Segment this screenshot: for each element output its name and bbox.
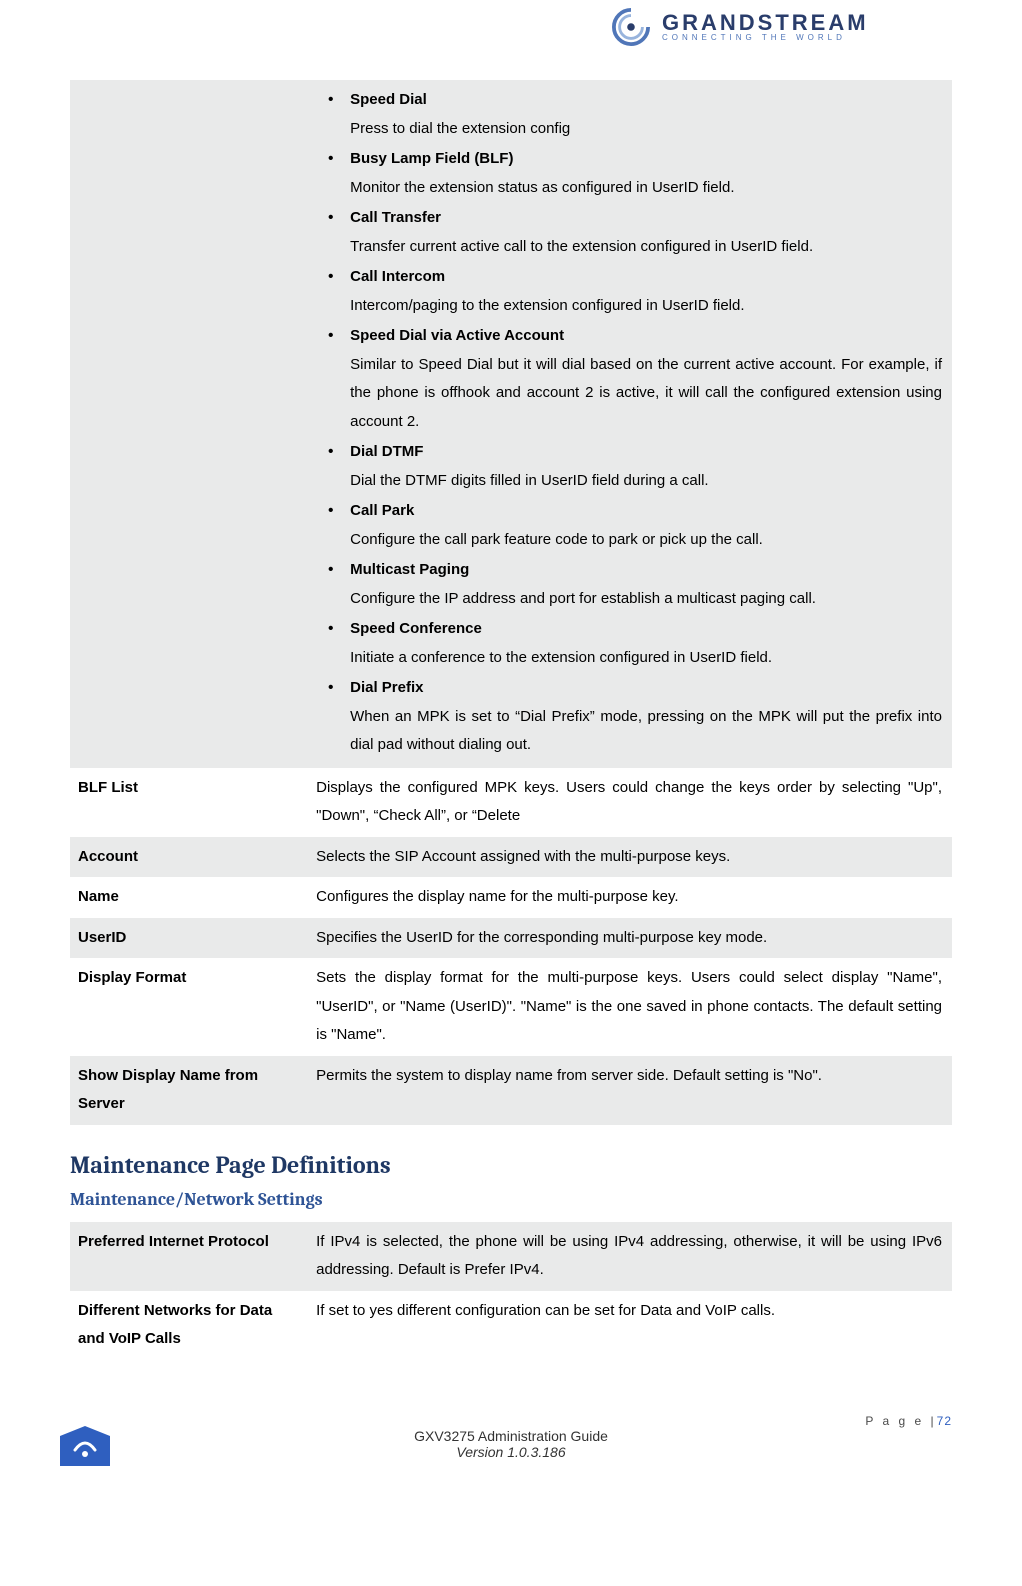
keymode-desc-cell: Speed DialPress to dial the extension co… [308,80,952,768]
list-item: Dial PrefixWhen an MPK is set to “Dial P… [322,674,942,760]
page-label: P a g e | [865,1414,936,1428]
brand-header: GRANDSTREAM CONNECTING THE WORLD [602,0,1022,50]
row-label: Account [70,837,308,878]
row-desc: Displays the configured MPK keys. Users … [308,768,952,837]
list-item: Busy Lamp Field (BLF)Monitor the extensi… [322,145,942,202]
list-item: Multicast PagingConfigure the IP address… [322,556,942,613]
row-desc: If IPv4 is selected, the phone will be u… [308,1222,952,1291]
mpk-feature-table: Speed DialPress to dial the extension co… [70,80,952,1125]
page-num: 72 [937,1414,952,1428]
footer-title: GXV3275 Administration Guide [70,1428,952,1444]
table-row: UserID Specifies the UserID for the corr… [70,918,952,959]
keymode-list: Speed DialPress to dial the extension co… [316,86,942,760]
row-label: Preferred Internet Protocol [70,1222,308,1291]
list-item: Dial DTMFDial the DTMF digits filled in … [322,438,942,495]
table-row: Preferred Internet Protocol If IPv4 is s… [70,1222,952,1291]
brand-name: GRANDSTREAM [662,11,869,34]
table-row-keymode: Speed DialPress to dial the extension co… [70,80,952,768]
row-desc: Configures the display name for the mult… [308,877,952,918]
row-desc: Sets the display format for the multi-pu… [308,958,952,1056]
section-heading-maintenance: Maintenance Page Definitions [70,1151,952,1179]
row-label: UserID [70,918,308,959]
footer-logo-icon [60,1426,110,1466]
list-item: Call ParkConfigure the call park feature… [322,497,942,554]
row-desc: Specifies the UserID for the correspondi… [308,918,952,959]
page-number: P a g e |72 [865,1414,952,1428]
row-desc: Permits the system to display name from … [308,1056,952,1125]
row-label: Name [70,877,308,918]
list-item: Call TransferTransfer current active cal… [322,204,942,261]
row-label: Different Networks for Data and VoIP Cal… [70,1291,308,1360]
list-item: Speed DialPress to dial the extension co… [322,86,942,143]
list-item: Call IntercomIntercom/paging to the exte… [322,263,942,320]
table-row: Show Display Name from Server Permits th… [70,1056,952,1125]
table-row: Account Selects the SIP Account assigned… [70,837,952,878]
table-row: Name Configures the display name for the… [70,877,952,918]
section-subheading-network: Maintenance/Network Settings [70,1189,952,1210]
row-label: BLF List [70,768,308,837]
keymode-label-cell [70,80,308,768]
table-row: BLF List Displays the configured MPK key… [70,768,952,837]
list-item: Speed ConferenceInitiate a conference to… [322,615,942,672]
table-row: Different Networks for Data and VoIP Cal… [70,1291,952,1360]
brand-tagline: CONNECTING THE WORLD [662,34,869,42]
table-row: Display Format Sets the display format f… [70,958,952,1056]
page-footer: P a g e |72 GXV3275 Administration Guide… [70,1420,952,1460]
row-desc: Selects the SIP Account assigned with th… [308,837,952,878]
network-settings-table: Preferred Internet Protocol If IPv4 is s… [70,1222,952,1360]
list-item: Speed Dial via Active AccountSimilar to … [322,322,942,436]
footer-version: Version 1.0.3.186 [70,1444,952,1460]
row-label: Display Format [70,958,308,1056]
row-desc: If set to yes different configuration ca… [308,1291,952,1360]
row-label: Show Display Name from Server [70,1056,308,1125]
brand-logo-icon [612,8,650,46]
